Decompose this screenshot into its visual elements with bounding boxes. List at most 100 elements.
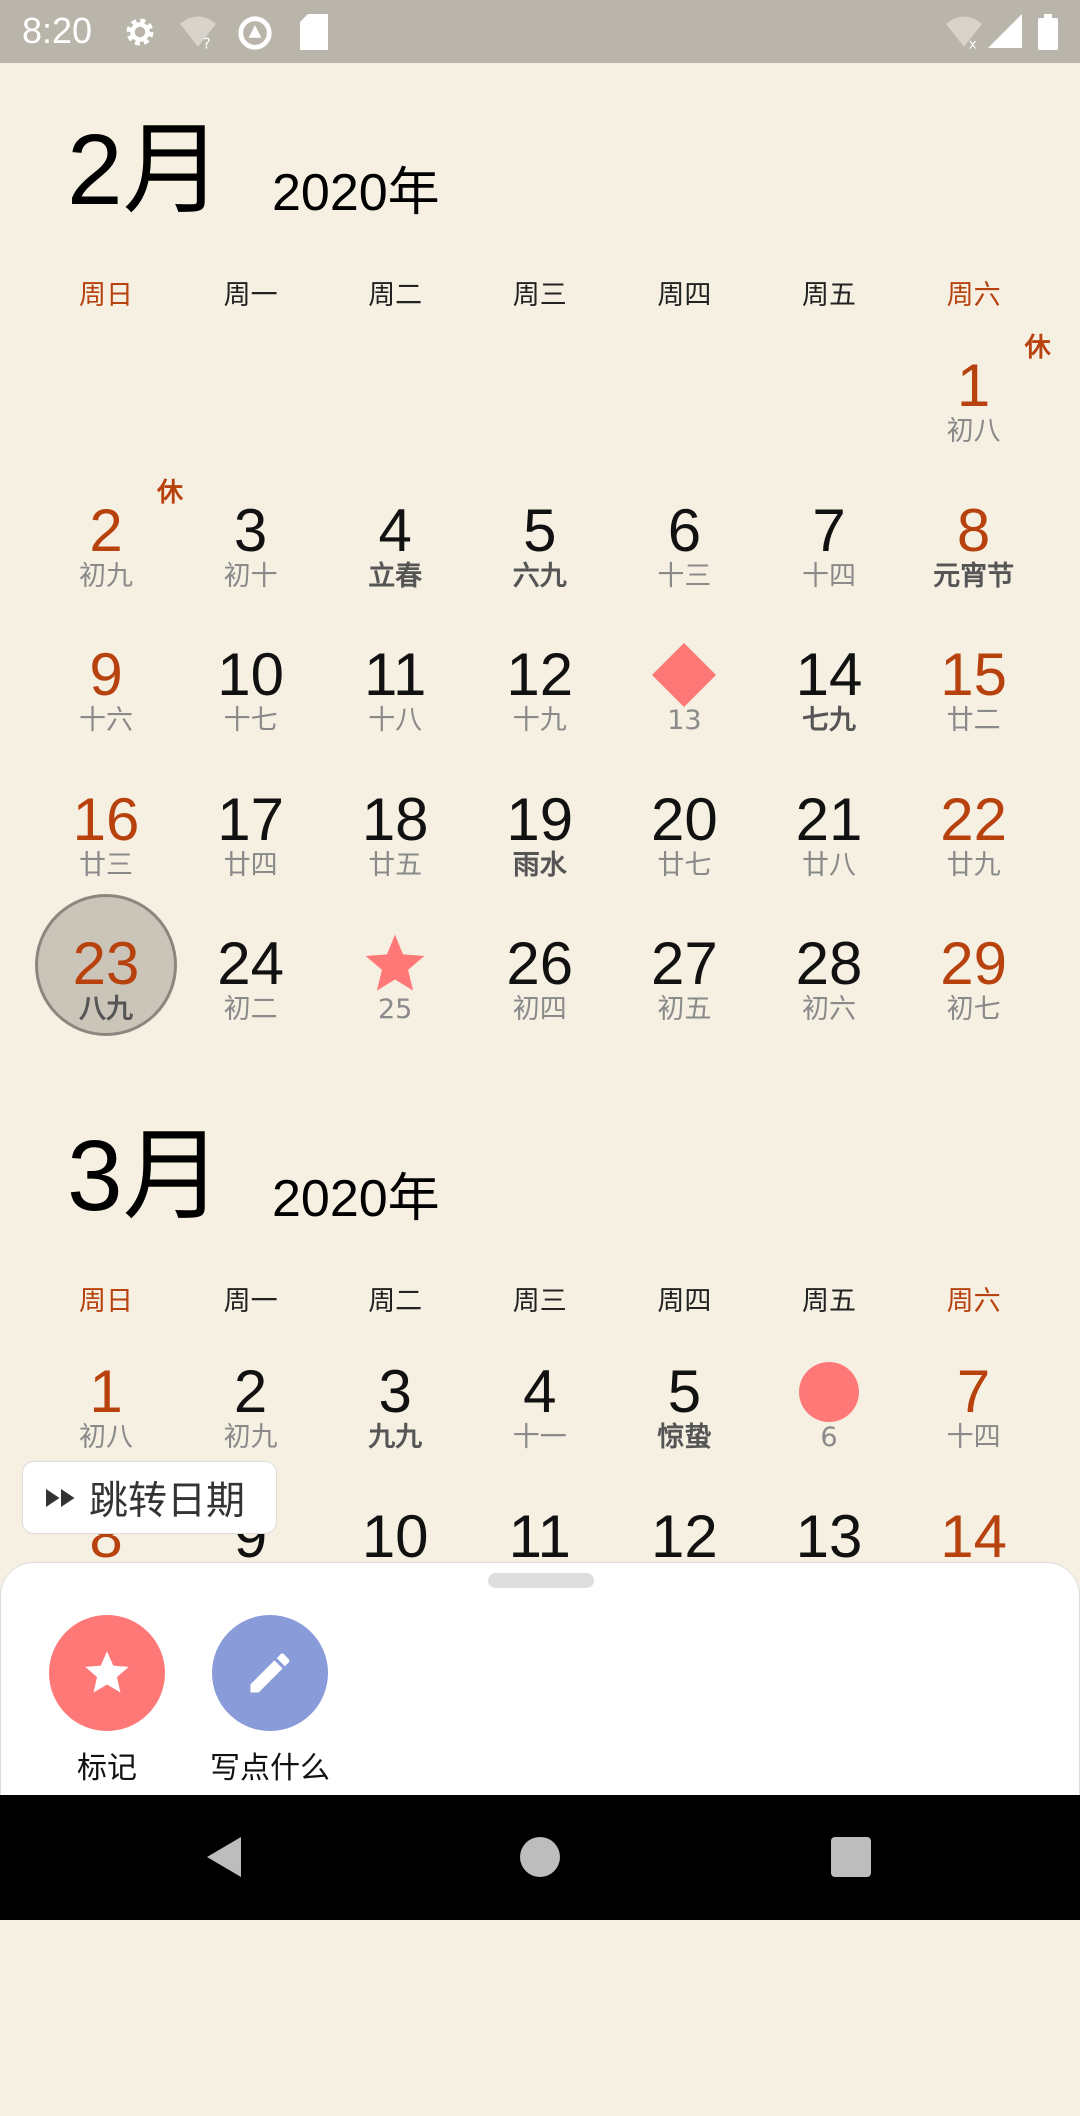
day-cell[interactable]: 27 初五 [612,919,756,1063]
day-number: 29 [940,930,1007,997]
day-number: 2 [233,1358,268,1425]
day-cell[interactable]: 10 十七 [179,630,323,774]
day-number: 15 [940,641,1007,708]
pencil-icon [250,1653,290,1693]
home-icon[interactable] [520,1837,560,1877]
day-cell[interactable]: 6 十三 [612,486,756,630]
day-cell[interactable]: 20 廿七 [612,775,756,919]
day-cell[interactable]: 6 [757,1347,901,1491]
day-cell[interactable]: 13 [612,630,756,774]
star-marker-icon [323,929,467,999]
lunar-date: 六九 [512,560,567,592]
diamond-marker-icon [612,640,756,710]
lunar-date: 廿五 [368,849,423,881]
mark-label: 标记 [77,1751,137,1786]
lunar-date: 八九 [79,994,133,1025]
write-circle[interactable] [212,1615,328,1731]
back-icon[interactable] [204,1835,246,1879]
day-number: 12 [506,641,574,708]
day-cell[interactable]: 4 十一 [468,1347,612,1491]
day-cell[interactable]: 14 七九 [757,630,901,774]
lunar-date: 初四 [512,994,567,1025]
lunar-date: 十七 [223,705,278,736]
day-cell[interactable]: 29 初七 [902,919,1046,1063]
battery-icon [1038,14,1058,50]
weekday-label: 周五 [802,1286,856,1317]
day-number: 4 [378,496,412,564]
jump-date-button[interactable]: 跳转日期 [22,1461,277,1534]
lunar-date: 初八 [946,416,1001,447]
lunar-date: 十八 [368,705,423,736]
day-cell[interactable]: 4 立春 [323,486,467,630]
day-number: 28 [795,930,863,997]
wifi-off-icon: x [946,16,982,50]
day-number: 7 [812,496,846,564]
day-number: 14 [795,641,863,708]
day-cell[interactable]: 9 十六 [34,630,178,774]
lunar-date: 初二 [223,994,278,1025]
lunar-date: 元宵节 [933,560,1015,592]
star-icon [85,1651,129,1693]
weekday-label: 周四 [657,1286,712,1317]
recents-icon[interactable] [831,1837,871,1877]
lunar-date: 廿七 [657,849,712,881]
sheet-drag-handle[interactable] [488,1573,594,1588]
day-cell[interactable]: 24 初二 [179,919,323,1063]
day-cell[interactable]: 17 廿四 [179,775,323,919]
day-cell[interactable]: 22 廿九 [902,775,1046,919]
sd-card-icon [300,14,328,50]
day-cell[interactable]: 11 十八 [323,630,467,774]
day-cell[interactable]: 12 十九 [468,630,612,774]
mark-circle[interactable] [49,1615,165,1731]
day-cell[interactable]: 21 廿八 [757,775,901,919]
day-cell[interactable]: 3 九九 [323,1347,467,1491]
day-cell[interactable]: 5 惊蛰 [612,1347,756,1491]
lunar-date: 初九 [79,560,133,592]
mark-button[interactable]: 标记 [27,1615,187,1787]
day-number: 19 [506,785,574,853]
day-cell[interactable]: 7 十四 [757,486,901,630]
lunar-date: 初六 [802,994,856,1025]
day-number: 26 [506,930,574,997]
marked-day-number: 6 [820,1422,838,1453]
lunar-date: 十九 [512,705,567,736]
write-label: 写点什么 [210,1751,330,1786]
lunar-date: 廿三 [79,849,133,881]
weekday-label: 周二 [368,1286,423,1317]
month-title: 3月 [67,1120,223,1232]
day-cell[interactable]: 18 廿五 [323,775,467,919]
weekday-label: 周五 [802,280,856,311]
day-cell[interactable]: 3 初十 [179,486,323,630]
navigation-bar [0,1795,1080,1920]
day-cell[interactable]: 25 [323,919,467,1063]
day-cell[interactable]: 1 初八休 [902,333,1051,485]
weekday-label: 周一 [223,280,278,311]
write-note-button[interactable]: 写点什么 [190,1615,350,1787]
day-cell[interactable]: 5 六九 [468,486,612,630]
day-cell[interactable]: 28 初六 [757,919,901,1063]
lunar-date: 初五 [657,994,712,1025]
day-number: 12 [651,1502,718,1570]
day-cell[interactable]: 2 初九休 [34,478,183,630]
svg-text:?: ? [203,35,211,50]
day-cell[interactable]: 23 八九 [34,894,178,1063]
day-number: 27 [651,930,718,997]
wifi-unknown-icon: ? [180,16,216,50]
bottom-sheet: 标记 写点什么 [0,1562,1080,1798]
day-cell[interactable]: 19 雨水 [468,775,612,919]
day-number: 9 [89,641,123,708]
month-year: 2020年 [272,164,440,222]
day-number: 3 [233,496,268,564]
day-cell[interactable]: 8 元宵节 [902,486,1046,630]
day-number: 18 [361,785,429,853]
day-cell[interactable]: 7 十四 [902,1347,1046,1491]
day-number: 17 [217,785,284,853]
lunar-date: 廿四 [223,849,278,881]
lunar-date: 廿九 [946,849,1001,881]
day-cell[interactable]: 26 初四 [468,919,612,1063]
day-cell[interactable]: 15 廿二 [902,630,1046,774]
day-number: 22 [940,785,1007,853]
lunar-date: 廿八 [802,849,856,881]
weekday-label: 周日 [79,280,133,311]
lunar-date: 立春 [368,560,423,592]
